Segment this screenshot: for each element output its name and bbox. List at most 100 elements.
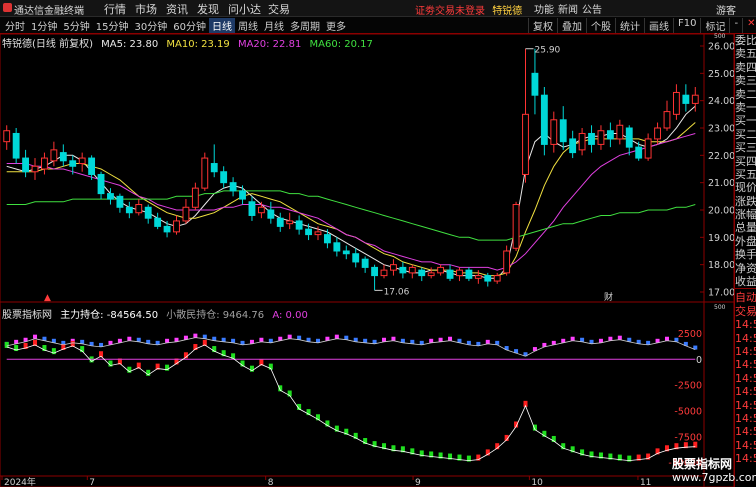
retail-marker xyxy=(570,336,575,341)
candle-body xyxy=(276,217,284,227)
trade-time-label: 14:56 xyxy=(735,371,756,385)
candle-body xyxy=(257,206,265,214)
candle-body xyxy=(606,130,614,140)
candle-body xyxy=(418,269,426,277)
candle-body xyxy=(522,113,529,175)
retail-marker xyxy=(259,337,264,342)
retail-marker xyxy=(382,337,387,342)
quote-field-label: 委比 xyxy=(735,34,756,47)
price-axis: 26.00 25.00 24.00 23.00 22.00 21.00 20.00 19.00… xyxy=(700,33,734,299)
candle-body xyxy=(540,94,548,145)
candle-body xyxy=(50,149,58,162)
candle-body xyxy=(635,146,643,159)
candle-body xyxy=(588,132,595,145)
candle-body xyxy=(371,266,379,277)
candle-body xyxy=(672,91,680,115)
quote-field-label: 卖四 xyxy=(735,60,756,74)
candles xyxy=(3,48,699,291)
candle-body xyxy=(342,250,350,255)
quote-field-label: 涨幅 xyxy=(735,208,756,222)
quote-field-label: 卖三 xyxy=(735,74,756,88)
candle-body xyxy=(267,209,275,219)
retail-marker xyxy=(231,338,236,343)
quote-field-label: 卖二 xyxy=(735,87,756,101)
watermark: 股票指标网 www.7gpzb.com xyxy=(672,457,756,485)
price-tick-label: 21.00 xyxy=(708,178,734,189)
retail-marker xyxy=(287,334,292,339)
candle-body xyxy=(465,269,473,279)
date-tick-label: 9 xyxy=(415,478,421,487)
candle-body xyxy=(163,225,171,233)
candle-body xyxy=(220,171,228,184)
sub-markers xyxy=(4,333,698,462)
quote-field-label: 换手 xyxy=(735,248,756,262)
retail-marker xyxy=(80,339,85,344)
candle-body xyxy=(305,228,312,236)
retail-marker xyxy=(429,338,434,343)
candle-body xyxy=(116,195,124,208)
candle-body xyxy=(69,160,77,167)
candle-body xyxy=(456,269,463,277)
candle-body xyxy=(323,234,331,244)
chart-area[interactable]: 26.00 25.00 24.00 23.00 22.00 21.00 20.00 19.00… xyxy=(0,0,734,487)
candle-body xyxy=(682,94,690,104)
candle-body xyxy=(154,217,162,227)
retail-marker xyxy=(580,337,585,342)
candle-body xyxy=(484,275,492,282)
quote-field-label: 买五 xyxy=(735,167,756,181)
high-price-label: 25.90 xyxy=(535,46,561,56)
retail-marker xyxy=(485,339,490,344)
candle-body xyxy=(531,72,539,96)
quote-field-label: 涨跌 xyxy=(735,194,756,208)
candle-body xyxy=(625,127,633,148)
trade-time-label: 14:56 xyxy=(735,358,756,372)
trade-time-label: 14:56 xyxy=(735,398,756,412)
trade-time-label: 14:56 xyxy=(735,331,756,345)
candle-body xyxy=(12,132,20,159)
event-marker-a: ▲ xyxy=(44,293,51,303)
trade-time-label: 14:56 xyxy=(735,438,756,452)
candle-body xyxy=(182,206,190,222)
retail-marker xyxy=(297,335,302,340)
candle-body xyxy=(78,157,86,165)
retail-marker xyxy=(344,335,349,340)
candle-body xyxy=(663,111,671,129)
retail-marker xyxy=(674,337,679,342)
retail-marker xyxy=(410,339,415,344)
trade-time-label: 14:56 xyxy=(735,385,756,399)
candle-body xyxy=(361,258,369,268)
candle-body xyxy=(295,220,303,230)
retail-marker xyxy=(33,334,38,339)
retail-marker xyxy=(165,338,170,343)
candle-body xyxy=(654,127,661,140)
watermark-title: 股票指标网 xyxy=(672,457,733,471)
quote-field-label: 卖一 xyxy=(735,100,756,114)
quote-panel: 委比 卖五 卖四 卖三 卖二 卖一 买一 买二 买三 买四 买五 现价 涨跌 涨幅 总量 外盘 换手 净资 收益 自动… xyxy=(734,34,756,487)
candle-body xyxy=(616,124,624,140)
quote-field-label: 现价 xyxy=(735,181,756,195)
retail-marker xyxy=(448,336,453,341)
quote-field-label: 净资 xyxy=(735,261,756,275)
price-axis-top-label: 500 xyxy=(714,33,726,40)
candle-body xyxy=(691,94,699,104)
candle-body xyxy=(474,275,482,279)
candle-body xyxy=(437,266,445,274)
quote-field-label: 买三 xyxy=(735,141,756,155)
date-tick-label: 2024年 xyxy=(4,476,36,487)
candle-body xyxy=(125,206,133,214)
retail-marker xyxy=(202,334,207,339)
candle-body xyxy=(503,250,511,274)
candle-body xyxy=(135,204,143,214)
retail-marker xyxy=(127,336,132,341)
candle-body xyxy=(512,204,520,249)
trade-time-label: 交易 xyxy=(735,304,756,318)
candle-body xyxy=(314,231,322,236)
price-tick-label: 24.00 xyxy=(708,96,734,107)
candle-body xyxy=(3,130,11,143)
retail-marker xyxy=(664,336,669,341)
close-icon[interactable]: ✕ xyxy=(742,18,756,33)
date-tick-label: 7 xyxy=(89,478,95,487)
sub-axis-top-label: 500 xyxy=(714,304,726,311)
candle-body xyxy=(31,165,39,173)
candle-body xyxy=(427,272,435,277)
